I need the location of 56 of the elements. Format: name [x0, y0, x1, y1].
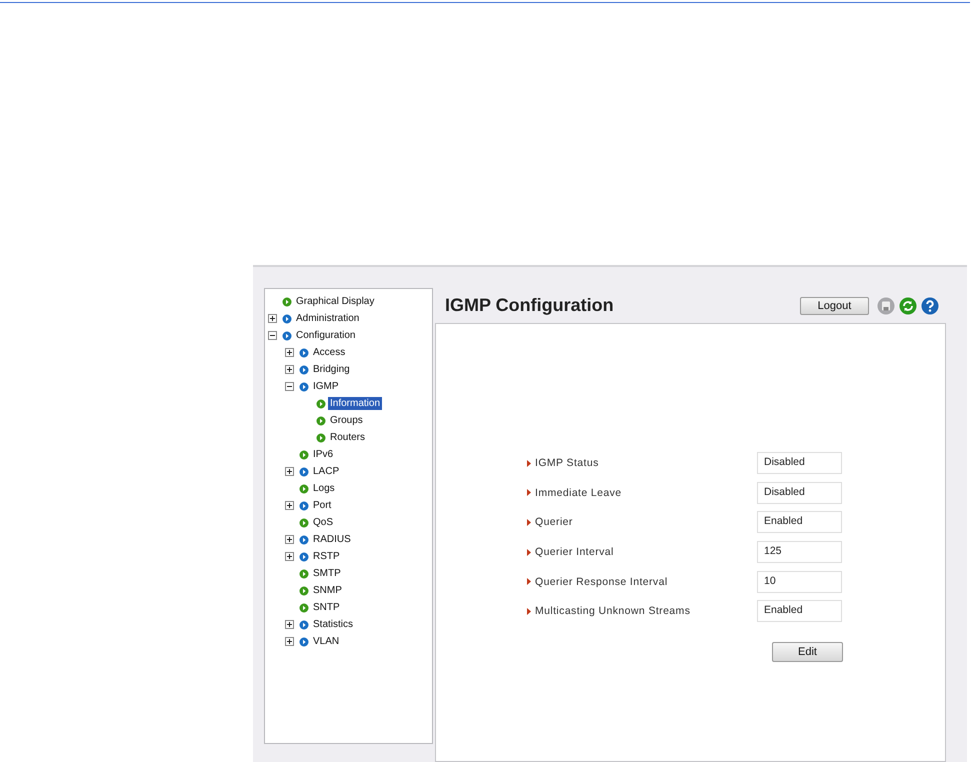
- bullet-arrow-icon: [527, 460, 531, 466]
- tree-item[interactable]: Statistics: [311, 618, 356, 631]
- setting-label: Multicasting Unknown Streams: [535, 605, 692, 618]
- help-icon[interactable]: [921, 296, 939, 314]
- expand-icon[interactable]: [285, 467, 294, 476]
- tree-item[interactable]: IPv6: [311, 448, 336, 461]
- expand-icon[interactable]: [285, 365, 294, 374]
- value-field: Enabled: [757, 600, 842, 622]
- bullet-arrow-icon: [527, 548, 531, 556]
- expand-icon[interactable]: [268, 314, 277, 323]
- expand-icon[interactable]: [285, 637, 294, 646]
- tree-item[interactable]: IGMP: [311, 380, 341, 393]
- tree-item[interactable]: RSTP: [311, 550, 342, 563]
- tree-item[interactable]: Information: [328, 397, 382, 410]
- tree-item[interactable]: QoS: [311, 516, 336, 529]
- bullet-arrow-icon: [527, 608, 531, 615]
- value-field: 125: [757, 541, 842, 564]
- expand-icon[interactable]: [285, 535, 294, 544]
- floppy-disk-icon[interactable]: [877, 296, 895, 314]
- tree-item[interactable]: Routers: [328, 431, 368, 444]
- bullet-arrow-icon: [527, 489, 531, 496]
- collapse-icon[interactable]: [268, 331, 277, 340]
- tree-item[interactable]: Administration: [294, 312, 362, 325]
- tree-item[interactable]: SNMP: [311, 584, 344, 597]
- tree-item[interactable]: SNTP: [311, 601, 342, 614]
- expand-icon[interactable]: [285, 552, 294, 561]
- expand-icon[interactable]: [285, 620, 294, 629]
- tree-item[interactable]: Logs: [311, 482, 337, 495]
- tree-item[interactable]: LACP: [311, 465, 342, 478]
- tree-item[interactable]: RADIUS: [311, 533, 353, 546]
- value-field: 10: [757, 570, 842, 593]
- setting-label: Immediate Leave: [535, 486, 623, 499]
- tree-item[interactable]: SMTP: [311, 567, 343, 580]
- setting-label: Querier Response Interval: [535, 576, 669, 588]
- refresh-icon[interactable]: [899, 296, 917, 314]
- logout-button[interactable]: Logout: [800, 296, 869, 314]
- tree-item[interactable]: Groups: [328, 414, 365, 427]
- tree-item[interactable]: Graphical Display: [294, 295, 376, 308]
- tree-item[interactable]: Access: [311, 346, 348, 359]
- value-field: Enabled: [757, 511, 842, 534]
- tree-item[interactable]: VLAN: [311, 635, 342, 648]
- expand-icon[interactable]: [285, 501, 294, 510]
- setting-label: Querier Interval: [535, 546, 615, 558]
- tree-item[interactable]: Port: [311, 499, 334, 512]
- setting-label: IGMP Status: [535, 457, 600, 469]
- page-title: IGMP Configuration: [445, 295, 615, 316]
- value-field: Disabled: [757, 452, 842, 474]
- expand-icon[interactable]: [285, 348, 294, 357]
- tree-item[interactable]: Configuration: [294, 329, 358, 342]
- value-field: Disabled: [757, 482, 842, 504]
- setting-label: Querier: [535, 516, 574, 528]
- bullet-arrow-icon: [527, 518, 531, 526]
- tree-item[interactable]: Bridging: [311, 363, 352, 376]
- collapse-icon[interactable]: [285, 382, 294, 391]
- bullet-arrow-icon: [527, 578, 531, 586]
- edit-button[interactable]: Edit: [772, 642, 843, 662]
